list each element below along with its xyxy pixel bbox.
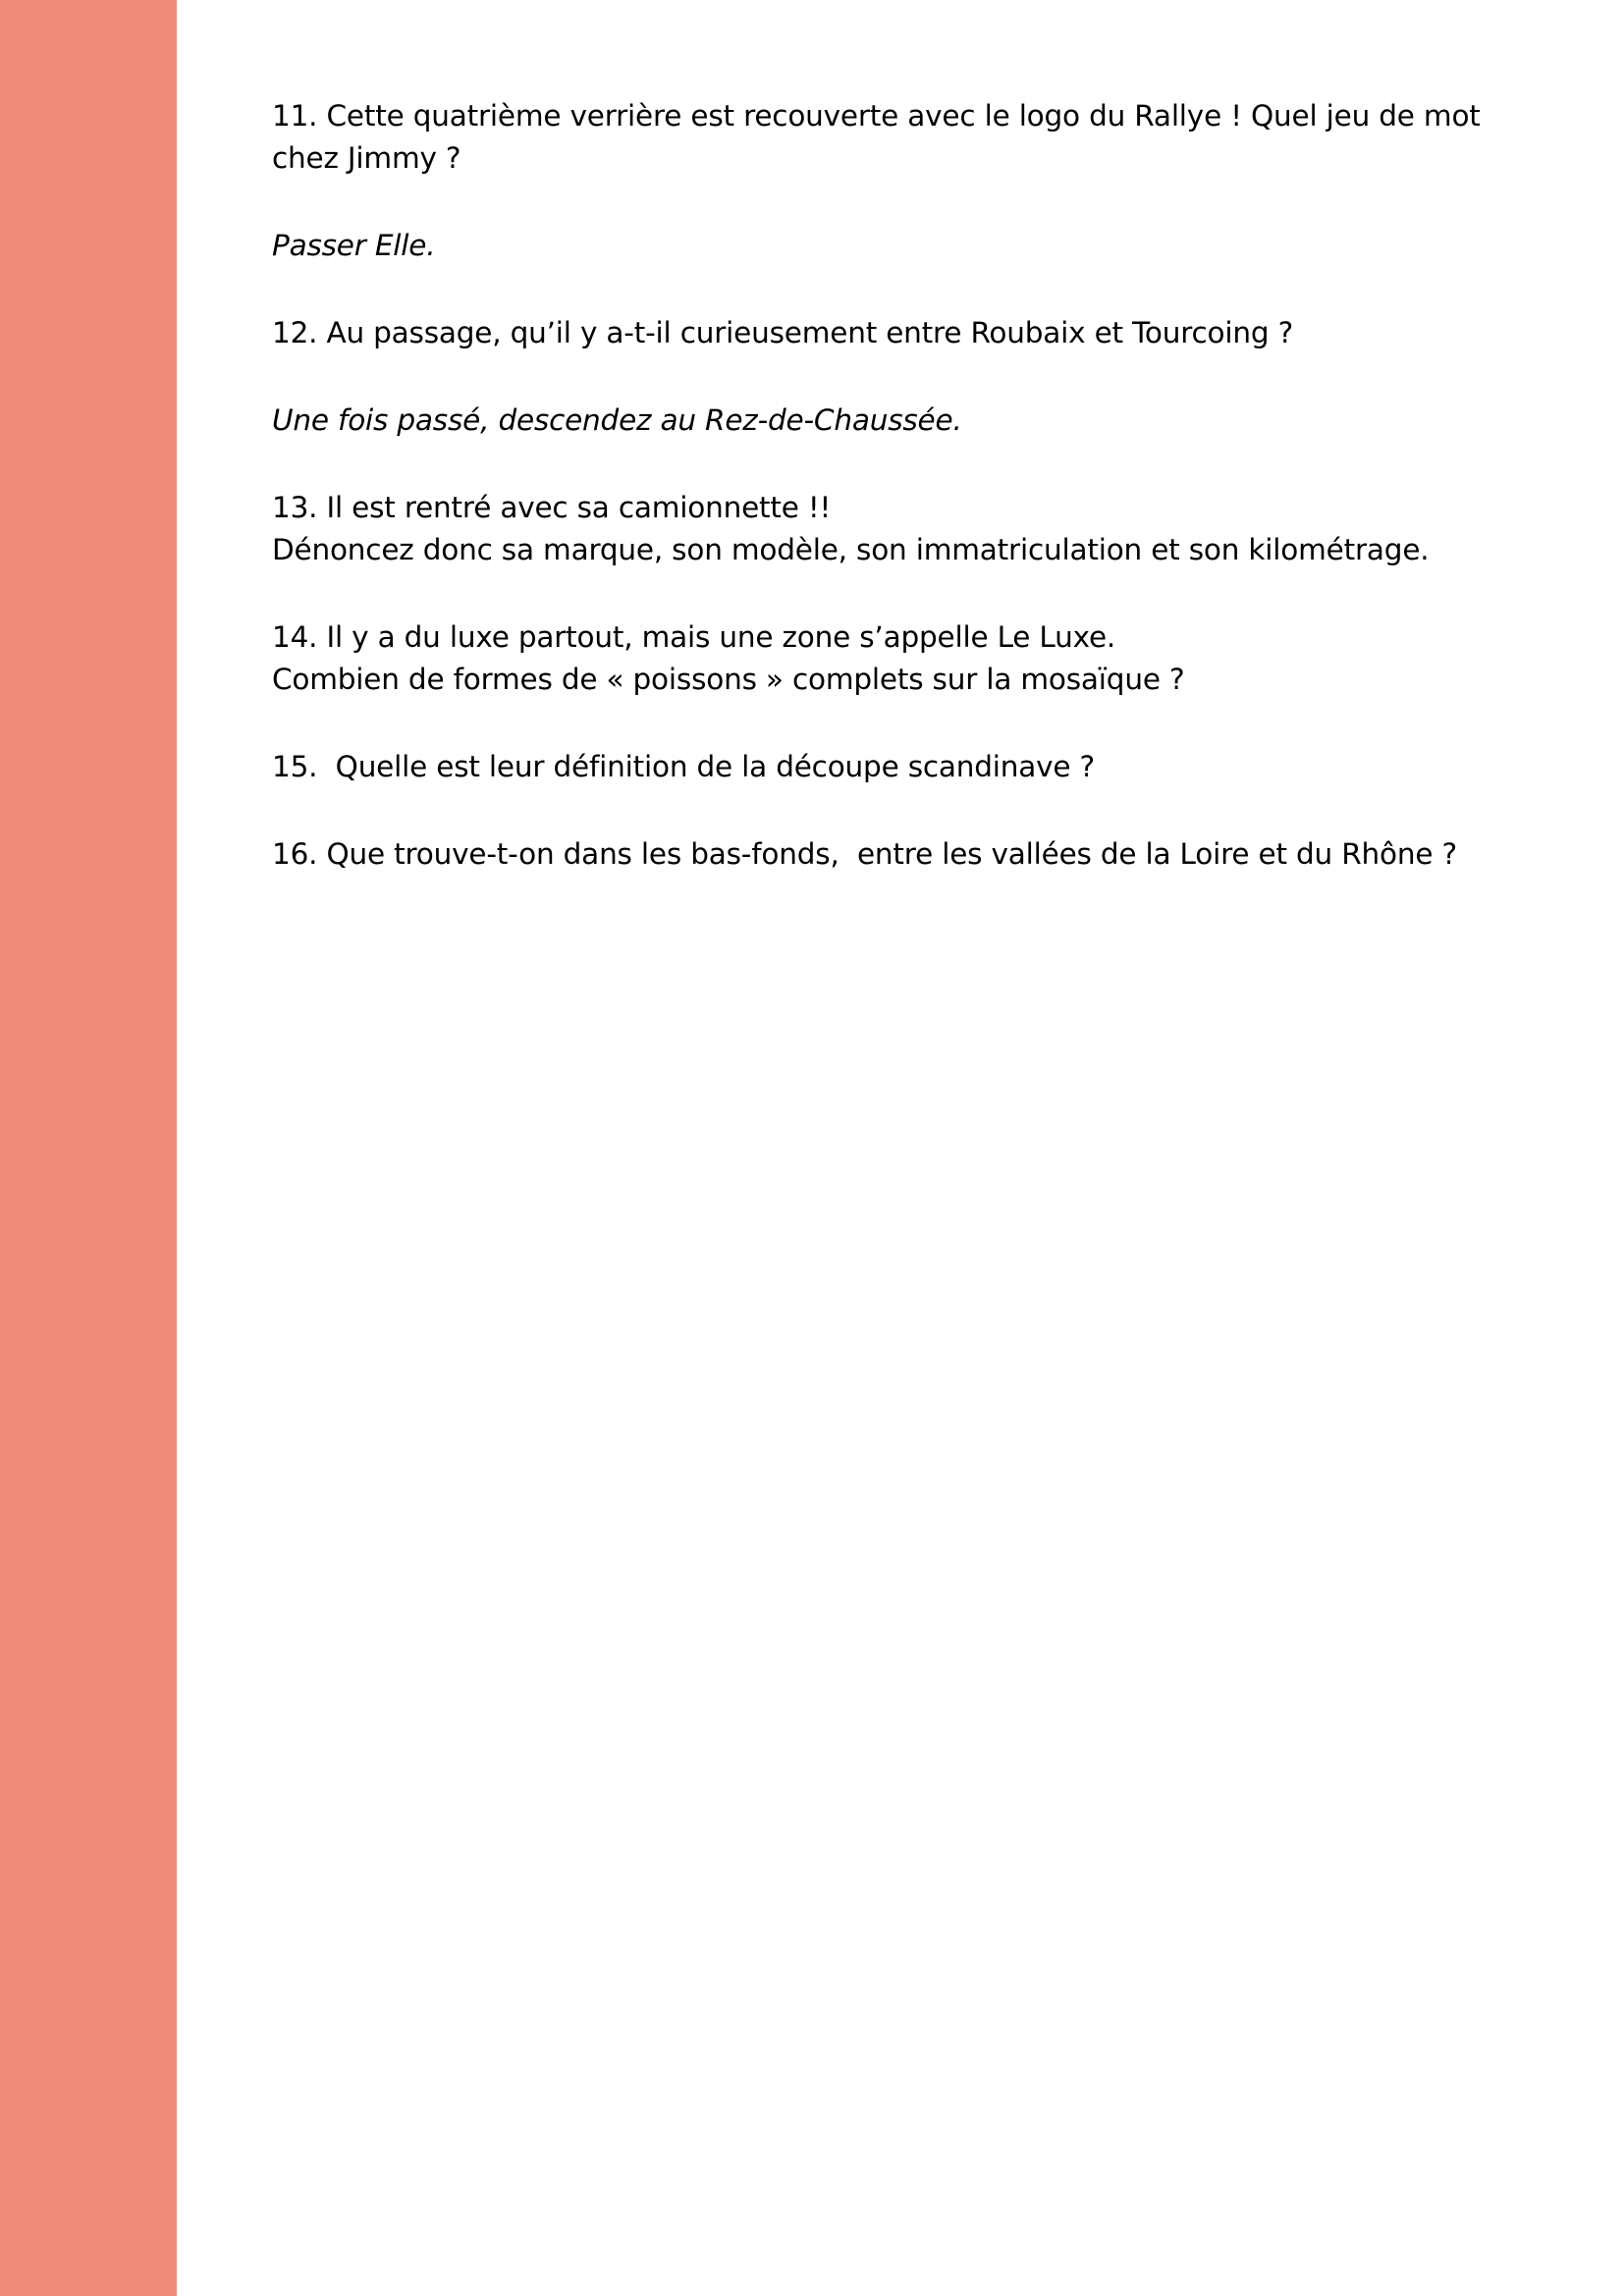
question-15-text: 15. Quelle est leur définition de la déc… <box>272 750 1095 783</box>
question-11-line-2: chez Jimmy ? <box>272 141 461 175</box>
note-1-text: Passer Elle. <box>272 229 436 262</box>
question-11-line-1: 11. Cette quatrième verrière est recouve… <box>272 99 1481 133</box>
note-2-text: Une fois passé, descendez au Rez-de-Chau… <box>272 403 962 437</box>
question-13-line-1: 13. Il est rentré avec sa camionnette !! <box>272 491 832 524</box>
side-color-band <box>0 0 177 2296</box>
question-12: 12. Au passage, qu’il y a-t-il curieusem… <box>272 312 1480 354</box>
question-13-line-2: Dénoncez donc sa marque, son modèle, son… <box>272 533 1430 566</box>
question-11: 11. Cette quatrième verrière est recouve… <box>272 95 1481 180</box>
question-14: 14. Il y a du luxe partout, mais une zon… <box>272 616 1480 701</box>
question-16-text: 16. Que trouve-t-on dans les bas-fonds, … <box>272 837 1457 871</box>
page-content: 11. Cette quatrième verrière est recouve… <box>272 95 1481 921</box>
question-16: 16. Que trouve-t-on dans les bas-fonds, … <box>272 833 1480 876</box>
question-14-line-2: Combien de formes de « poissons » comple… <box>272 663 1185 696</box>
question-13: 13. Il est rentré avec sa camionnette !!… <box>272 487 1480 571</box>
note-passer-elle: Passer Elle. <box>272 225 1480 267</box>
note-rez-de-chaussee: Une fois passé, descendez au Rez-de-Chau… <box>272 400 1480 442</box>
question-14-line-1: 14. Il y a du luxe partout, mais une zon… <box>272 620 1116 654</box>
question-15: 15. Quelle est leur définition de la déc… <box>272 746 1480 788</box>
question-12-text: 12. Au passage, qu’il y a-t-il curieusem… <box>272 316 1294 349</box>
